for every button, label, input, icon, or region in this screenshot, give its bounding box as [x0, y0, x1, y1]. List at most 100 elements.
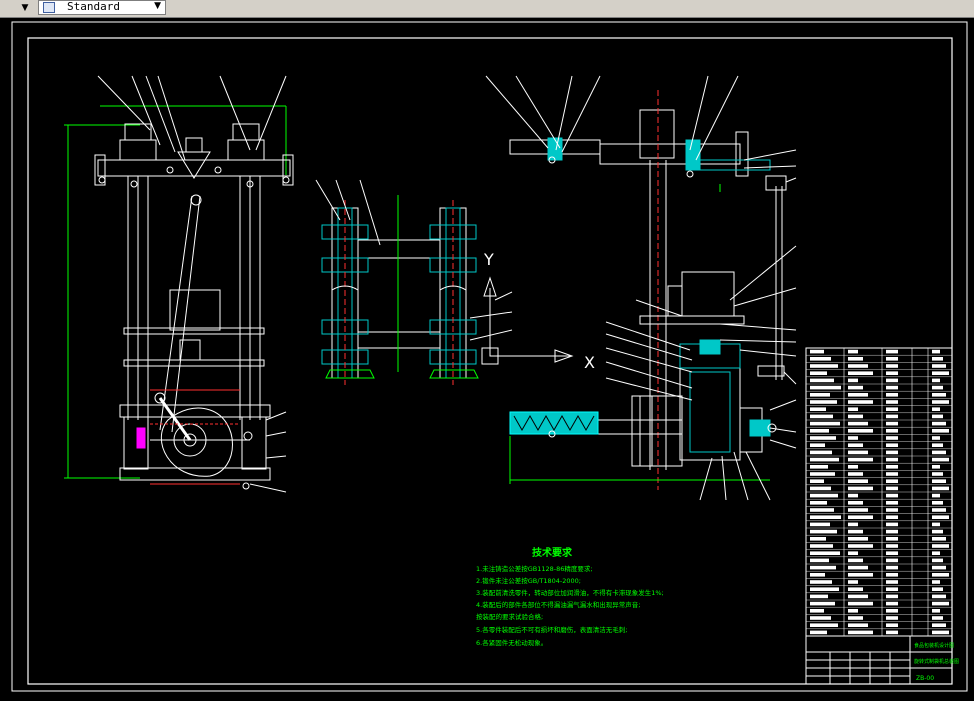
parts-table-cell-text [810, 558, 829, 563]
parts-table-cell-text [886, 393, 898, 397]
parts-table-cell-text [810, 594, 828, 599]
parts-table-cell-text [886, 385, 898, 390]
text-style-combo[interactable]: Standard ▼ [38, 0, 166, 15]
parts-table-cell-text [932, 501, 943, 505]
parts-table-cell-text [932, 421, 946, 426]
parts-table-cell-text [932, 601, 949, 606]
parts-table-cell-text [848, 544, 873, 548]
parts-table-cell-text [810, 443, 825, 447]
parts-table-cell-text [848, 371, 873, 375]
parts-table-cell-text [932, 565, 946, 570]
parts-table-cell-text [886, 357, 898, 361]
parts-table-cell-text [848, 522, 858, 527]
parts-table-cell-text [848, 421, 868, 426]
chevron-down-icon[interactable]: ▼ [19, 1, 31, 15]
parts-table-cell-text [848, 349, 858, 354]
parts-table-cell-text [810, 609, 824, 613]
parts-table-cell-text [810, 508, 834, 512]
parts-table-cell-text [810, 371, 827, 375]
parts-table-cell-text [810, 544, 833, 548]
parts-table-cell-text [848, 573, 873, 577]
parts-table-cell-text [810, 565, 836, 570]
chevron-down-icon[interactable]: ▼ [154, 1, 161, 11]
parts-table-cell-text [886, 515, 898, 519]
parts-table-cell-text [886, 558, 898, 563]
parts-table-cell-text [848, 580, 858, 584]
parts-table-cell-text [810, 493, 838, 498]
cad-toolbar: ▼ Standard ▼ [0, 0, 974, 18]
parts-table-cell-text [886, 551, 898, 555]
x-axis-label: X [584, 353, 595, 372]
parts-table-cell-text [810, 421, 840, 426]
parts-table-cell-text [848, 551, 858, 555]
parts-table-cell-text [932, 515, 949, 519]
parts-table-cell-text [848, 537, 868, 541]
parts-table-cell-text [932, 472, 943, 476]
tech-requirements-title: 技术要求 [532, 546, 573, 559]
parts-table-cell-text [932, 450, 946, 455]
title-block-subtitle: 旋转式制袋机总装图 [914, 658, 959, 665]
tech-requirement-item: 2.锻件未注公差按GB/T1804-2000; [476, 576, 581, 585]
parts-table-cell-text [932, 357, 943, 361]
tech-requirement-item: 5.各零件装配后不可有损坏和磨伤，表面清洁无毛刺; [476, 625, 627, 634]
parts-table-cell-text [810, 522, 830, 527]
drawing-canvas[interactable]: Y X 技术要求 1.未注铸造公差按GB1128-86精度要求; 2.锻件未注公… [0, 18, 974, 697]
parts-table-cell-text [810, 515, 841, 519]
parts-table-cell-text [886, 630, 898, 635]
parts-table-cell-text [886, 493, 898, 498]
tech-requirement-item: 6.各紧固件无松动现象。 [476, 638, 547, 647]
parts-table-cell-text [932, 522, 940, 527]
parts-table-cell-text [848, 393, 868, 397]
parts-table-cell-text [848, 472, 863, 476]
parts-table-cell-text [932, 385, 943, 390]
y-axis-label: Y [483, 250, 494, 269]
parts-table-cell-text [886, 609, 898, 613]
parts-table-cell-text [848, 429, 873, 433]
front-view [64, 75, 294, 493]
parts-table-cell-text [810, 529, 837, 534]
parts-table-cell-text [886, 587, 898, 591]
parts-table-cell-text [932, 436, 940, 440]
parts-table-cell-text [886, 429, 898, 433]
parts-table-cell-text [848, 508, 868, 512]
parts-table-cell-text [932, 414, 943, 419]
parts-table-cell-text [810, 357, 831, 361]
parts-table-cell-text [848, 601, 873, 606]
parts-table-cell-text [810, 436, 836, 440]
parts-table-cell-text [848, 407, 858, 411]
parts-table-cell-text [848, 414, 863, 419]
parts-table-cell-text [886, 349, 898, 354]
parts-table-cell-text [932, 443, 943, 447]
parts-table-cell-text [848, 623, 868, 627]
parts-table-cell-text [848, 558, 863, 563]
parts-table-cell-text [810, 472, 835, 476]
parts-table-cell-text [886, 450, 898, 455]
tech-requirement-item: 按装配的要求试验合格; [476, 612, 543, 621]
parts-table-cell-text [932, 364, 946, 368]
parts-table-cell-text [932, 623, 946, 627]
parts-table-cell-text [886, 479, 898, 483]
text-style-value: Standard [67, 0, 120, 13]
parts-table-cell-text [810, 501, 827, 505]
parts-table-cell-text [848, 515, 873, 519]
tech-requirement-item: 4.装配后的部件各部位不得漏油漏气漏水和出现异常声音; [476, 600, 640, 609]
parts-table-cell-text [848, 364, 868, 368]
parts-table-cell-text [886, 537, 898, 541]
parts-table-cell-text [810, 623, 838, 627]
title-block-drawing-no: ZB-00 [916, 675, 934, 682]
parts-table-cell-text [810, 385, 841, 390]
parts-table-cell-text [810, 450, 832, 455]
parts-table-cell-text [932, 393, 946, 397]
parts-table-cell-text [932, 457, 949, 462]
parts-table-cell-text [848, 609, 858, 613]
parts-table-cell-text [886, 501, 898, 505]
parts-table-cell-text [886, 565, 898, 570]
parts-table-cell-text [848, 486, 873, 491]
parts-table-cell-text [810, 414, 833, 419]
parts-table-cell-text [810, 457, 839, 462]
parts-table-cell-text [932, 616, 943, 620]
parts-table-cell-text [810, 580, 832, 584]
parts-table-cell-text [886, 529, 898, 534]
parts-table-cell-text [886, 364, 898, 368]
parts-table-cell-text [810, 616, 831, 620]
